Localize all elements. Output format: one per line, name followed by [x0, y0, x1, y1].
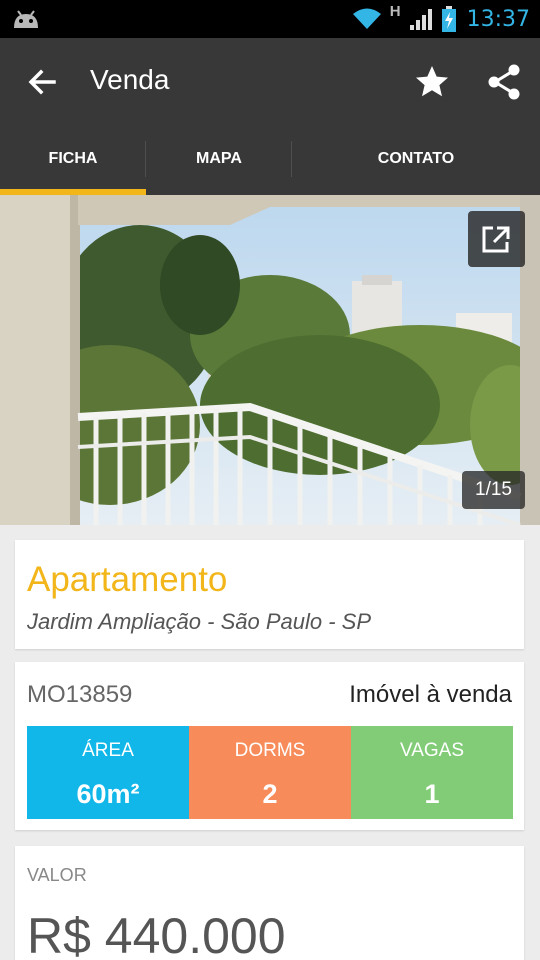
clock: 13:37 [466, 6, 530, 32]
stat-value: 2 [262, 779, 278, 809]
stats-row: ÁREA 60m² DORMS 2 VAGAS 1 [27, 726, 513, 819]
property-header-card: Apartamento Jardim Ampliação - São Paulo… [15, 540, 524, 649]
tab-bar: FICHA MAPA CONTATO [0, 123, 540, 195]
status-bar: H 13:37 [0, 0, 540, 38]
open-gallery-button[interactable] [468, 211, 525, 267]
tab-mapa[interactable]: MAPA [146, 123, 292, 195]
tab-contato[interactable]: CONTATO [292, 123, 540, 195]
star-icon[interactable] [412, 62, 452, 102]
battery-icon [441, 6, 456, 32]
network-type-label: H [389, 2, 401, 20]
property-location: Jardim Ampliação - São Paulo - SP [27, 609, 371, 634]
stat-value: 60m² [76, 779, 140, 809]
signal-icon [409, 9, 432, 30]
wifi-icon [352, 8, 381, 29]
stat-vagas: VAGAS 1 [351, 726, 513, 819]
listing-status: Imóvel à venda [349, 681, 512, 708]
stat-label: VAGAS [399, 740, 465, 761]
price-value: R$ 440.000 [27, 908, 286, 960]
stat-area: ÁREA 60m² [27, 726, 189, 819]
share-icon[interactable] [484, 62, 524, 102]
android-icon [14, 10, 38, 28]
action-bar: Venda [0, 38, 540, 123]
tab-ficha[interactable]: FICHA [0, 123, 146, 195]
price-card: VALOR R$ 440.000 [15, 846, 524, 960]
photo-counter: 1/15 [462, 471, 525, 509]
stat-value: 1 [424, 779, 440, 809]
stat-dorms: DORMS 2 [189, 726, 351, 819]
tab-label: MAPA [196, 150, 242, 167]
open-external-icon [482, 226, 510, 253]
back-arrow-icon[interactable] [22, 62, 62, 102]
price-label: VALOR [27, 865, 87, 885]
stat-label: DORMS [234, 740, 306, 761]
tab-label: CONTATO [377, 150, 455, 167]
listing-code: MO13859 [27, 681, 133, 708]
property-photo[interactable] [0, 195, 540, 525]
property-type: Apartamento [27, 560, 228, 599]
property-details-card: MO13859 Imóvel à venda ÁREA 60m² DORMS 2… [15, 662, 524, 830]
page-title: Venda [90, 64, 170, 95]
tab-label: FICHA [48, 150, 98, 167]
stat-label: ÁREA [82, 740, 134, 761]
